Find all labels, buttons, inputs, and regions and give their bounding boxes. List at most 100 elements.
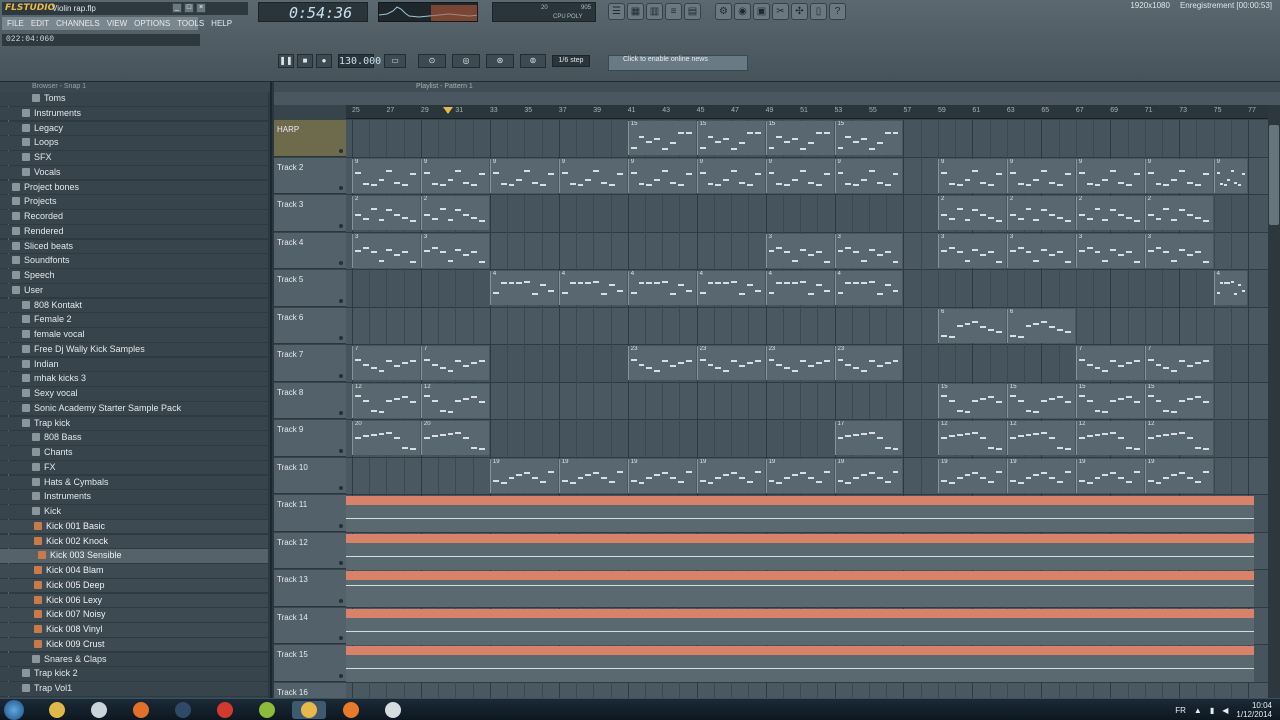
track-header[interactable]: Track 9 [274, 420, 346, 457]
browser-folder-item[interactable]: Toms [0, 92, 268, 106]
automation-clip[interactable] [346, 646, 1254, 682]
blend-notes-toggle[interactable]: ⊚ [520, 54, 546, 68]
automation-clip[interactable] [346, 533, 1254, 570]
pattern-clip[interactable]: 19 [489, 458, 558, 493]
pattern-clip[interactable]: 23 [834, 346, 903, 380]
pattern-clip[interactable]: 17 [834, 421, 903, 455]
automation-clip[interactable] [346, 571, 1254, 607]
menu-options[interactable]: OPTIONS [131, 17, 173, 30]
pattern-clip[interactable]: 4 [489, 271, 558, 305]
pattern-clip[interactable]: 15 [1144, 383, 1213, 418]
pattern-clip[interactable]: 6 [937, 308, 1006, 343]
browser-folder-item[interactable]: 808 Kontakt [0, 298, 268, 312]
pattern-clip[interactable]: 4 [834, 271, 903, 305]
pattern-clip[interactable]: 23 [765, 346, 834, 380]
browser-folder-item[interactable]: SFX [0, 151, 268, 165]
pattern-clip[interactable]: 9 [1144, 158, 1213, 193]
minimize-button[interactable]: _ [172, 3, 182, 13]
pattern-clip[interactable]: 19 [1144, 458, 1213, 493]
render-icon[interactable]: ✣ [791, 3, 808, 20]
playlist-icon[interactable]: ☰ [608, 3, 625, 20]
pattern-clip[interactable]: 4 [696, 271, 765, 305]
track-mute-led[interactable] [339, 186, 343, 190]
pattern-clip[interactable]: 4 [1213, 271, 1248, 305]
track-header[interactable]: Track 16 [274, 682, 346, 698]
browser-sample-item[interactable]: Kick 006 Lexy [0, 593, 268, 607]
menu-help[interactable]: HELP [208, 17, 235, 30]
track-mute-led[interactable] [339, 223, 343, 228]
browser-folder-item[interactable]: Sliced beats [0, 239, 268, 253]
browser-folder-item[interactable]: mhak kicks 3 [0, 372, 268, 386]
browser-folder-item[interactable]: 808 Bass [0, 431, 268, 445]
pattern-clip[interactable]: 3 [1144, 233, 1213, 268]
browser-folder-item[interactable]: female vocal [0, 328, 268, 342]
pattern-clip[interactable]: 7 [420, 346, 489, 380]
pattern-clip[interactable]: 3 [834, 233, 903, 268]
pattern-clip[interactable]: 15 [1075, 383, 1144, 418]
menu-tools[interactable]: TOOLS [174, 17, 207, 30]
recorder-task-icon[interactable] [334, 701, 368, 719]
pattern-clip[interactable]: 3 [937, 233, 1006, 268]
help-icon[interactable]: ? [829, 3, 846, 20]
pattern-clip[interactable]: 19 [765, 458, 834, 493]
browser-sample-item[interactable]: Kick 009 Crust [0, 637, 268, 652]
pattern-clip[interactable]: 9 [1213, 158, 1248, 193]
menu-channels[interactable]: CHANNELS [53, 17, 103, 30]
track-header[interactable]: Track 6 [274, 307, 346, 344]
track-mute-led[interactable] [339, 523, 343, 528]
track-mute-led[interactable] [339, 561, 343, 565]
plugin-icon[interactable]: ⚙ [715, 3, 732, 20]
online-news-button[interactable]: Click to enable online news [608, 55, 748, 71]
track-mute-led[interactable] [339, 486, 343, 490]
track-header[interactable]: Track 12 [274, 532, 346, 569]
network-icon[interactable]: ▮ [1210, 706, 1214, 715]
pattern-clip[interactable]: 9 [352, 158, 420, 193]
track-mute-led[interactable] [339, 148, 343, 153]
browser-sample-item[interactable]: Kick 003 Sensible [0, 549, 268, 563]
pattern-clip[interactable]: 3 [1006, 233, 1075, 268]
pattern-clip[interactable]: 19 [696, 458, 765, 493]
browser-folder-item[interactable]: Trap kick [0, 416, 268, 430]
scrollbar-thumb[interactable] [1269, 125, 1279, 225]
pattern-clip[interactable]: 9 [765, 158, 834, 193]
browser-folder-item[interactable]: Indian [0, 357, 268, 371]
track-header[interactable]: Track 11 [274, 495, 346, 532]
pattern-clip[interactable]: 4 [558, 271, 627, 305]
tempo-display[interactable]: 130.000 [338, 54, 381, 68]
oscilloscope[interactable] [378, 2, 478, 22]
pattern-clip[interactable]: 15 [937, 383, 1006, 418]
browser-folder-item[interactable]: Project bones [0, 180, 268, 194]
pattern-clip[interactable]: 12 [937, 421, 1006, 455]
export-icon[interactable]: ✂ [772, 3, 789, 20]
browser-folder-item[interactable]: Instruments [0, 106, 268, 121]
browser-folder-item[interactable]: Sonic Academy Starter Sample Pack [0, 401, 268, 416]
browser-sample-item[interactable]: Kick 005 Deep [0, 578, 268, 593]
track-header[interactable]: Track 13 [274, 570, 346, 607]
pattern-clip[interactable]: 4 [627, 271, 696, 305]
browser-folder-item[interactable]: Hats & Cymbals [0, 475, 268, 489]
pattern-clip[interactable]: 2 [1144, 196, 1213, 230]
pattern-clip[interactable]: 9 [1006, 158, 1075, 193]
pattern-clip[interactable]: 9 [937, 158, 1006, 193]
browser-folder-item[interactable]: Speech [0, 269, 268, 283]
track-header[interactable]: Track 7 [274, 345, 346, 382]
browser-folder-item[interactable]: Chants [0, 446, 268, 460]
browser-folder-item[interactable]: FX [0, 460, 268, 475]
pause-button[interactable]: ❚❚ [278, 54, 294, 68]
pattern-clip[interactable]: 15 [696, 121, 765, 155]
close-button[interactable]: × [196, 3, 206, 13]
fl-studio-task-icon[interactable] [292, 701, 326, 719]
browser-folder-item[interactable]: Soundfonts [0, 254, 268, 268]
explorer-icon[interactable] [40, 701, 74, 719]
pattern-button[interactable]: ▭ [384, 54, 406, 68]
browser-folder-item[interactable]: Sexy vocal [0, 387, 268, 401]
pattern-clip[interactable]: 19 [937, 458, 1006, 493]
pattern-clip[interactable]: 15 [1006, 383, 1075, 418]
browser-folder-item[interactable]: Loops [0, 136, 268, 150]
menu-view[interactable]: VIEW [104, 17, 130, 30]
pattern-clip[interactable]: 19 [627, 458, 696, 493]
pattern-clip[interactable]: 2 [1006, 196, 1075, 230]
pattern-clip[interactable]: 20 [420, 421, 489, 455]
pattern-clip[interactable]: 12 [352, 383, 420, 418]
menu-edit[interactable]: EDIT [28, 17, 52, 30]
